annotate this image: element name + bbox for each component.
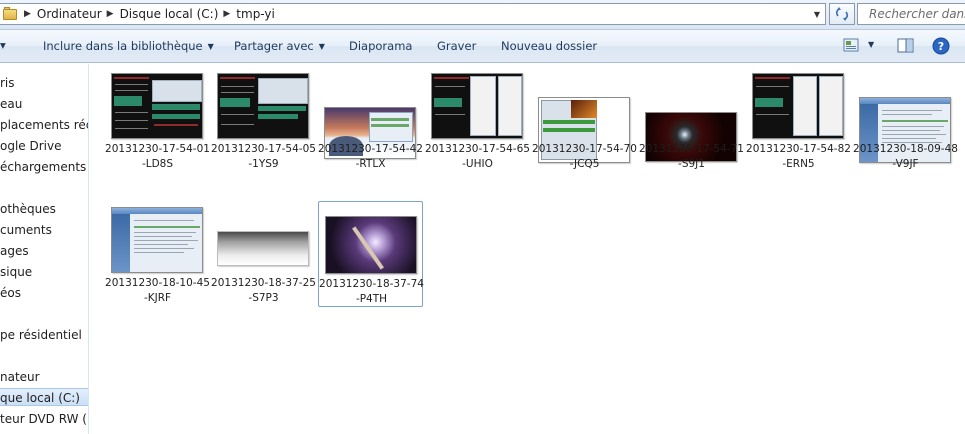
thumbnail-image (325, 216, 417, 274)
chevron-down-icon: ▼ (318, 42, 325, 51)
nav-item[interactable]: éos (0, 284, 21, 302)
nav-item[interactable]: cuments (0, 221, 52, 239)
breadcrumb-item[interactable]: tmp-yi (236, 7, 275, 21)
nav-item[interactable]: placements récen (0, 116, 88, 134)
slideshow-button[interactable]: Diaporama (349, 39, 412, 53)
nav-item[interactable]: eau (0, 95, 22, 113)
thumbnail-image (752, 73, 844, 139)
preview-pane-icon (897, 38, 914, 53)
share-with-button[interactable]: Partager avec ▼ (234, 39, 325, 53)
nav-item[interactable]: ogle Drive (0, 137, 61, 155)
thumbnail-image (217, 73, 309, 139)
file-tile[interactable]: 20131230-17-54-05-1YS9 (211, 67, 316, 173)
preview-pane-button[interactable] (897, 38, 914, 56)
navigation-pane: ris eau placements récen ogle Drive écha… (0, 64, 89, 434)
address-bar[interactable]: ▶ Ordinateur ▶ Disque local (C:) ▶ tmp-y… (0, 3, 826, 25)
include-in-library-label: Inclure dans la bibliothèque (43, 39, 203, 53)
burn-button[interactable]: Graver (437, 39, 476, 53)
breadcrumb-separator-icon[interactable]: ▶ (24, 9, 31, 19)
file-name: 20131230-17-54-42-RTLX (318, 143, 423, 170)
file-name: 20131230-17-54-05-1YS9 (211, 143, 316, 170)
nav-item[interactable]: sique (0, 263, 32, 281)
file-name: 20131230-17-54-65-UHIO (425, 143, 530, 170)
nav-item[interactable]: pe résidentiel (0, 326, 82, 344)
folder-icon (3, 7, 19, 21)
views-icon (843, 38, 859, 52)
file-tile[interactable]: 20131230-17-54-01-LD8S (105, 67, 210, 173)
search-box[interactable] (857, 3, 965, 25)
nav-item[interactable]: othèques (0, 200, 56, 218)
views-button[interactable] (843, 38, 859, 55)
refresh-icon (835, 7, 849, 21)
thumbnail-image (111, 73, 203, 139)
nav-item[interactable]: ris (0, 74, 15, 92)
command-bar: ▾ Inclure dans la bibliothèque ▼ Partager… (0, 30, 965, 63)
file-name: 20131230-17-54-01-LD8S (105, 143, 210, 170)
views-dropdown-icon[interactable]: ▼ (868, 40, 874, 49)
file-tile-selected[interactable]: 20131230-18-37-74-P4TH (318, 201, 424, 307)
file-tile[interactable]: 20131230-17-54-70-JCQ5 (532, 67, 637, 173)
search-input[interactable] (858, 4, 965, 24)
breadcrumb-item[interactable]: Disque local (C:) (120, 7, 219, 21)
new-folder-button[interactable]: Nouveau dossier (501, 39, 597, 53)
nav-item-selected[interactable]: que local (C:) (0, 388, 88, 406)
breadcrumb-item[interactable]: Ordinateur (37, 7, 102, 21)
chevron-down-icon: ▼ (207, 42, 214, 51)
file-list-area: 20131230-17-54-01-LD8S 20131230-17-54-05… (90, 64, 965, 434)
file-name: 20131230-18-09-48-V9JF (853, 143, 958, 170)
file-tile[interactable]: 20131230-17-54-42-RTLX (318, 67, 423, 173)
file-tile[interactable]: 20131230-17-54-82-ERN5 (746, 67, 851, 173)
organize-caret-icon[interactable]: ▾ (0, 38, 6, 52)
thumbnail-image (111, 207, 203, 273)
address-history-dropdown-icon[interactable]: ▼ (809, 4, 825, 24)
nav-item[interactable]: nateur (0, 368, 40, 386)
nav-item[interactable]: ages (0, 242, 29, 260)
svg-text:?: ? (938, 40, 944, 53)
file-tile[interactable]: 20131230-18-09-48-V9JF (853, 67, 958, 173)
file-tile[interactable]: 20131230-18-37-25-S7P3 (211, 201, 316, 307)
help-icon: ? (932, 37, 950, 55)
share-with-label: Partager avec (234, 39, 314, 53)
breadcrumb-separator-icon[interactable]: ▶ (107, 9, 114, 19)
file-name: 20131230-18-37-74-P4TH (319, 278, 424, 305)
include-in-library-button[interactable]: Inclure dans la bibliothèque ▼ (43, 39, 214, 53)
refresh-button[interactable] (829, 3, 855, 25)
breadcrumb-separator-icon[interactable]: ▶ (223, 9, 230, 19)
file-name: 20131230-17-54-71-S9J1 (639, 143, 744, 170)
nav-item[interactable]: teur DVD RW (D:) (0, 410, 88, 428)
help-button[interactable]: ? (932, 37, 950, 58)
file-name: 20131230-17-54-70-JCQ5 (532, 143, 637, 170)
file-name: 20131230-18-10-45-KJRF (105, 277, 210, 304)
file-name: 20131230-18-37-25-S7P3 (211, 277, 316, 304)
file-name: 20131230-17-54-82-ERN5 (746, 143, 851, 170)
thumbnail-image (431, 73, 523, 139)
thumbnail-image (217, 231, 309, 266)
file-tile[interactable]: 20131230-18-10-45-KJRF (105, 201, 210, 307)
file-tile[interactable]: 20131230-17-54-65-UHIO (425, 67, 530, 173)
nav-item[interactable]: échargements (0, 158, 86, 176)
file-tile[interactable]: 20131230-17-54-71-S9J1 (639, 67, 744, 173)
address-bar-row: ▶ Ordinateur ▶ Disque local (C:) ▶ tmp-y… (0, 0, 965, 30)
